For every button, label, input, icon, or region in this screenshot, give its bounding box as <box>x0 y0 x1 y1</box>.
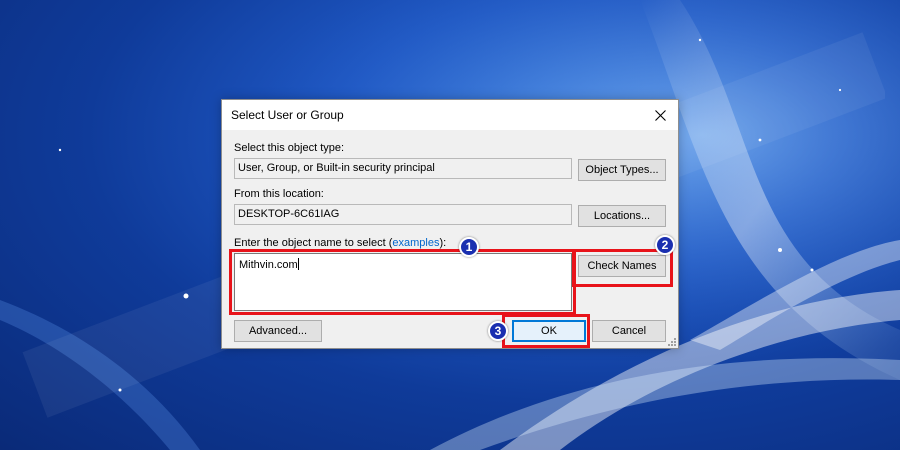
location-label: From this location: <box>234 188 324 200</box>
step-3-badge: 3 <box>488 321 508 341</box>
step-2-badge: 2 <box>655 235 675 255</box>
close-button[interactable] <box>642 100 678 130</box>
title-bar: Select User or Group <box>222 100 678 130</box>
object-types-button[interactable]: Object Types... <box>578 159 666 181</box>
highlight-check-names <box>572 249 673 287</box>
enter-name-prefix: Enter the object name to select ( <box>234 237 393 249</box>
enter-object-name-label: Enter the object name to select (example… <box>234 237 446 249</box>
location-field: DESKTOP-6C61IAG <box>234 204 572 225</box>
advanced-button[interactable]: Advanced... <box>234 320 322 342</box>
cancel-button[interactable]: Cancel <box>592 320 666 342</box>
examples-link[interactable]: examples <box>392 237 439 249</box>
highlight-object-name <box>229 249 576 315</box>
dialog-title: Select User or Group <box>231 108 344 122</box>
object-type-label: Select this object type: <box>234 142 345 154</box>
locations-button[interactable]: Locations... <box>578 205 666 227</box>
object-type-field: User, Group, or Built-in security princi… <box>234 158 572 179</box>
resize-grip-icon[interactable] <box>667 337 677 347</box>
close-icon <box>654 109 666 121</box>
enter-name-suffix: ): <box>439 237 447 249</box>
highlight-ok <box>502 314 590 348</box>
step-1-badge: 1 <box>459 237 479 257</box>
